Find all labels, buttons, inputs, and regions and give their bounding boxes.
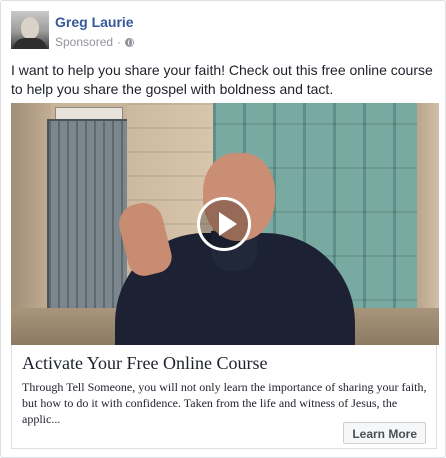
post-meta: Sponsored · xyxy=(55,35,135,49)
avatar[interactable] xyxy=(11,11,49,49)
globe-icon[interactable] xyxy=(125,37,135,47)
meta-separator: · xyxy=(117,35,122,49)
play-icon[interactable] xyxy=(197,197,251,251)
avatar-face xyxy=(21,17,39,39)
video-thumbnail[interactable] xyxy=(11,103,439,345)
learn-more-button[interactable]: Learn More xyxy=(343,422,426,444)
post-message: I want to help you share your faith! Che… xyxy=(11,62,433,97)
sponsored-post-card: Greg Laurie Sponsored · I want to help y… xyxy=(0,0,446,458)
author-name-link[interactable]: Greg Laurie xyxy=(55,14,134,30)
link-description: Through Tell Someone, you will not only … xyxy=(22,380,427,426)
post-header: Greg Laurie Sponsored · xyxy=(11,11,431,51)
sponsored-label[interactable]: Sponsored xyxy=(55,35,113,49)
link-preview[interactable]: Activate Your Free Online Course Through… xyxy=(11,345,437,449)
link-title[interactable]: Activate Your Free Online Course xyxy=(22,353,267,374)
avatar-shoulders xyxy=(13,38,47,49)
